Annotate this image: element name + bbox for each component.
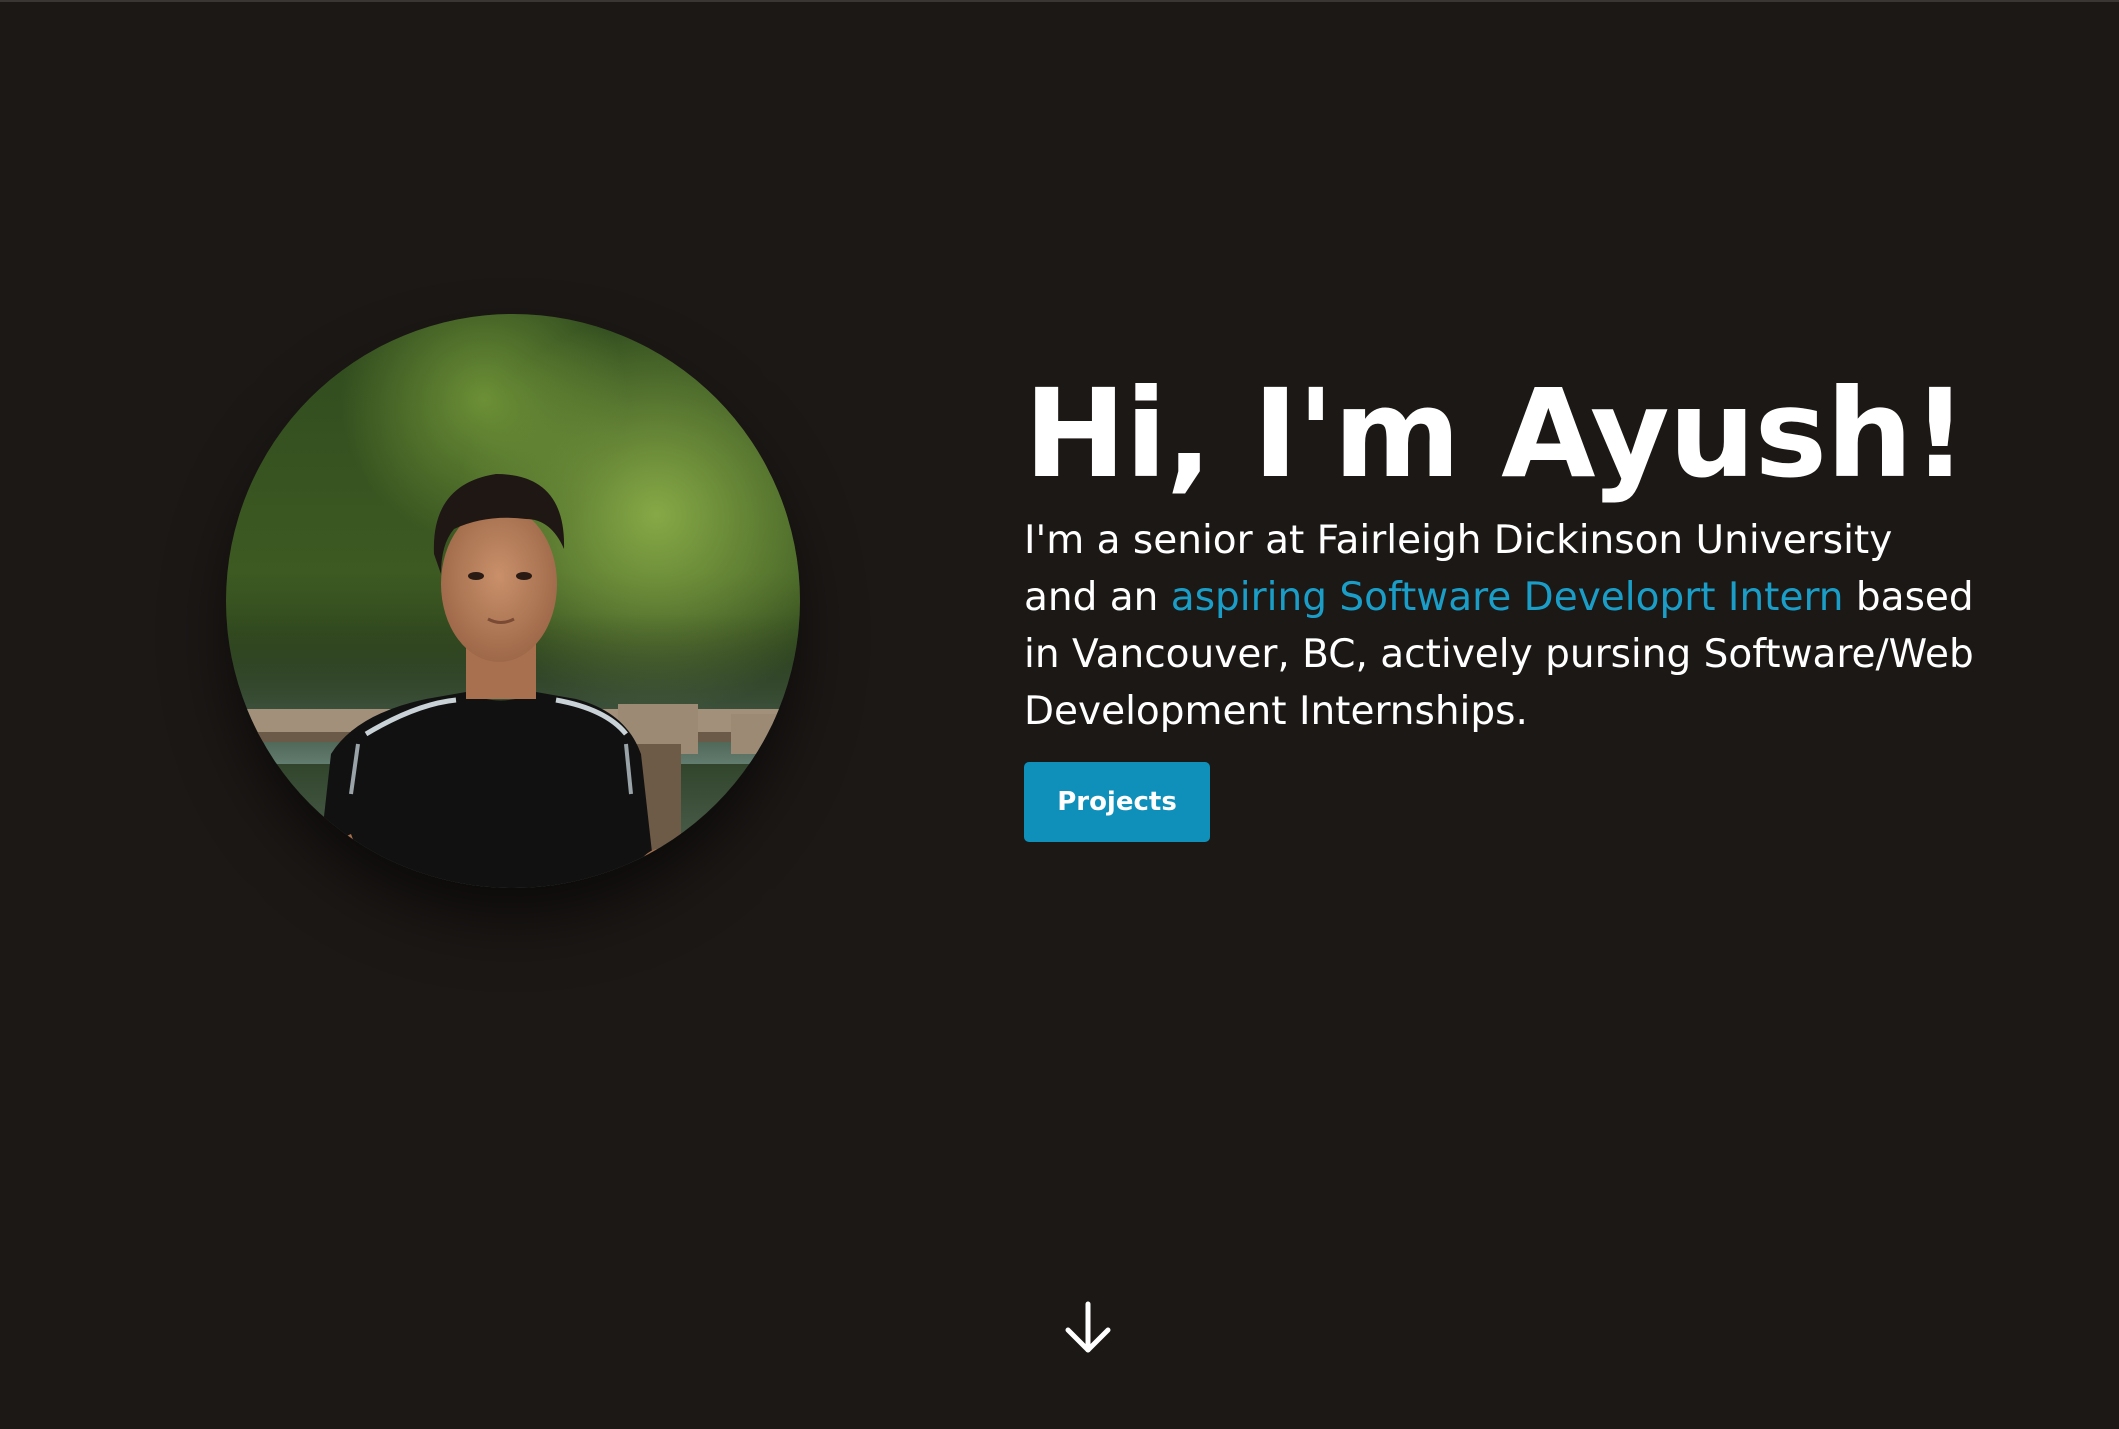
hero-title: Hi, I'm Ayush!	[1024, 363, 1968, 505]
projects-button[interactable]: Projects	[1024, 762, 1210, 842]
hero-section: Hi, I'm Ayush! I'm a senior at Fairleigh…	[0, 2, 2119, 1429]
bio-highlight: aspiring Software Developrt Intern	[1170, 575, 1844, 620]
page: Hi, I'm Ayush! I'm a senior at Fairleigh…	[0, 0, 2119, 1429]
intro: Hi, I'm Ayush! I'm a senior at Fairleigh…	[1024, 364, 1984, 842]
hero-bio: I'm a senior at Fairleigh Dickinson Univ…	[1024, 512, 1974, 740]
scroll-down-button[interactable]	[1063, 1300, 1113, 1356]
profile-photo	[226, 314, 800, 888]
arrow-down-icon	[1065, 1301, 1111, 1353]
